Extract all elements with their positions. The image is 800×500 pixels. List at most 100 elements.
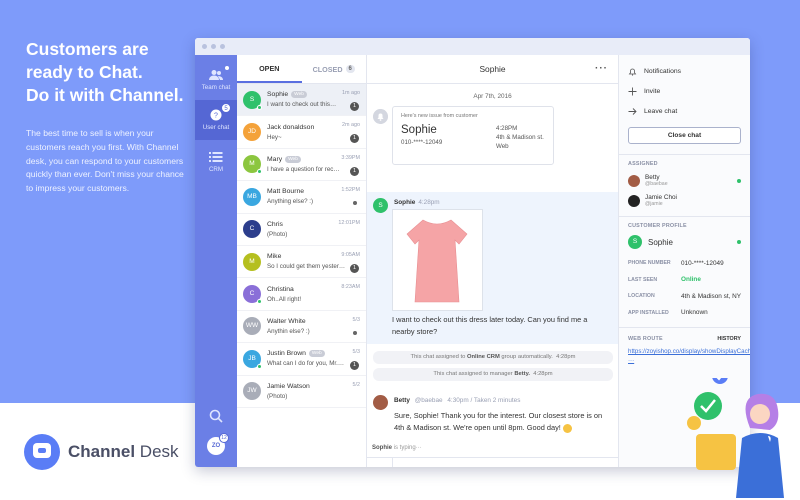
- conversation-item[interactable]: C Chris (Photo) 12:01PM: [237, 214, 366, 246]
- conversation-item[interactable]: JW Jamie Watson (Photo) 5/2: [237, 376, 366, 408]
- promo-headline-line-1: Customers are: [26, 39, 149, 59]
- conversation-preview: Oh..All right!: [267, 295, 302, 303]
- conversation-time: 5/3: [352, 316, 361, 323]
- customer-name: Sophie: [648, 237, 673, 247]
- message-text: Sure, Sophie! Thank you for the interest…: [394, 411, 603, 433]
- conversation-preview: (Photo): [267, 392, 288, 400]
- avatar: JB: [243, 349, 262, 369]
- assignee-item[interactable]: Betty @baebae: [619, 171, 750, 191]
- rail-label-team-chat: Team chat: [201, 84, 231, 91]
- issue-channel: Web: [496, 143, 509, 150]
- avatar: [628, 175, 640, 187]
- rail-label-user-chat: User chat: [202, 124, 230, 131]
- channel-tag: Web: [308, 350, 325, 358]
- conversation-name: Jamie Watson: [267, 382, 310, 390]
- arrow-right-icon: [628, 107, 637, 115]
- conversation-time: 1:52PM: [341, 187, 360, 194]
- brand-logo-lockup: Channel Desk: [24, 434, 179, 470]
- promo-headline-line-2: ready to Chat.: [26, 62, 143, 82]
- message-text: I want to check out this dress later tod…: [392, 315, 588, 336]
- conversation-preview: What can I do for you, Mr.B…: [267, 360, 347, 368]
- avatar: [373, 395, 388, 410]
- leave-chat-button[interactable]: Leave chat: [619, 101, 750, 121]
- conversation-item[interactable]: C Christina Oh..All right! 8:23AM: [237, 278, 366, 311]
- system-event: This chat assigned to Online CRM group a…: [373, 351, 613, 364]
- status-dot: [353, 330, 357, 335]
- conversation-time: 1m ago: [342, 90, 360, 96]
- close-chat-button[interactable]: Close chat: [628, 127, 741, 144]
- conversation-list: S Sophie Web I want to check out this… 1m ag…: [237, 84, 366, 408]
- customer-message: S Sophie 4:28pm I want to check out this …: [367, 192, 618, 344]
- app-window: Team chat ? User chat 5 CRM ZO 12 OPEN C…: [195, 38, 750, 467]
- conversation-time: 9:05AM: [341, 251, 360, 258]
- chat-pane: Sophie ··· Apr 7th, 2016 Here's new issu…: [367, 55, 618, 467]
- profile-phone-row: PHONE NUMBER 010-****-12049: [628, 259, 724, 267]
- history-link[interactable]: HISTORY: [717, 336, 741, 342]
- conversation-item[interactable]: JB Justin Brown Web What can I do for you, …: [237, 343, 366, 376]
- conversation-item[interactable]: S Sophie Web I want to check out this… 1m ag…: [237, 84, 366, 117]
- rail-item-user-chat[interactable]: ? User chat 5: [195, 100, 237, 140]
- brand-name: Channel Desk: [68, 442, 179, 461]
- profile-location-row: LOCATION 4th & Madison st, NY: [628, 292, 742, 300]
- svg-text:?: ?: [214, 113, 218, 120]
- unread-count-badge: 1: [350, 263, 359, 273]
- web-route-link[interactable]: https://zoyishop.co/display/showDisplayC…: [619, 347, 750, 365]
- bell-icon: [373, 109, 388, 124]
- notifications-button[interactable]: Notifications: [619, 61, 750, 81]
- unread-count-badge: 1: [350, 102, 359, 111]
- conversation-preview: I have a question for rec…: [267, 165, 340, 173]
- profile-last-seen-row: LAST SEEN Online: [628, 276, 701, 284]
- promo-body: The best time to sell is when your custo…: [26, 128, 184, 194]
- rail-item-crm[interactable]: CRM: [195, 142, 237, 182]
- avatar: JW: [243, 382, 261, 401]
- issue-card-header: Here's new issue from customer: [401, 113, 478, 119]
- conversation-preview: So I could get them yester…: [267, 263, 346, 271]
- window-dot: [211, 44, 216, 49]
- avatar: S: [373, 198, 388, 213]
- message-composer: +: [367, 457, 618, 467]
- list-icon: [209, 152, 223, 162]
- assignee-item[interactable]: Jamie Choi @jamie: [619, 191, 750, 211]
- system-event: This chat assigned to manager Betty. 4:2…: [373, 368, 613, 381]
- conversation-time: 8:23AM: [341, 284, 360, 291]
- invite-button[interactable]: Invite: [619, 81, 750, 101]
- avatar: WW: [243, 317, 261, 336]
- more-options-icon[interactable]: ···: [595, 63, 608, 74]
- typing-indicator: Sophie is typing···: [372, 445, 422, 451]
- conversation-preview: Anythin else? :): [267, 327, 310, 335]
- avatar: C: [243, 220, 261, 239]
- conversation-item[interactable]: JD Jack donaldson Hey~ 2m ago 1: [237, 116, 366, 149]
- conversation-name: Walter White: [267, 317, 306, 325]
- conversation-tabs: OPEN CLOSED 6: [237, 55, 366, 84]
- message-sender: Betty @baebae 4:30pm / Taken 2 minutes: [394, 397, 521, 404]
- new-issue-event: Here's new issue from customer Sophie 01…: [373, 106, 613, 168]
- unread-count-badge: 1: [350, 166, 359, 176]
- bell-icon: [628, 68, 637, 76]
- dress-image-icon: [393, 210, 482, 310]
- conversation-time: 12:01PM: [338, 219, 360, 226]
- avatar: JD: [243, 123, 261, 142]
- conversation-item[interactable]: M Mary Web I have a question for rec… 3:39PM…: [237, 149, 366, 182]
- customer-profile-header: S Sophie: [619, 232, 750, 252]
- conversation-item[interactable]: M Mike So I could get them yester… 9:05AM 1: [237, 246, 366, 279]
- issue-card[interactable]: Here's new issue from customer Sophie 01…: [392, 106, 554, 165]
- promo-headline-line-3: Do it with Channel.: [26, 85, 184, 105]
- unread-count-badge: 1: [350, 134, 359, 144]
- avatar: M: [243, 155, 262, 175]
- web-route-header: WEB ROUTE HISTORY: [628, 336, 741, 342]
- search-icon[interactable]: [209, 409, 223, 423]
- conversation-time: 5/3: [352, 349, 361, 356]
- dress-photo-attachment[interactable]: [392, 209, 483, 311]
- channel-tag: Web: [291, 91, 307, 99]
- avatar: [628, 195, 640, 207]
- tab-closed[interactable]: CLOSED 6: [302, 55, 367, 83]
- avatar: S: [628, 235, 642, 249]
- conversation-item[interactable]: WW Walter White Anythin else? :) 5/3: [237, 311, 366, 344]
- online-status-dot: [257, 169, 262, 175]
- add-attachment-icon[interactable]: +: [367, 457, 393, 467]
- conversation-item[interactable]: MB Matt Bourne Anything else? :) 1:52PM: [237, 181, 366, 214]
- rail-item-team-chat[interactable]: Team chat: [195, 60, 237, 100]
- tab-open[interactable]: OPEN: [237, 55, 302, 83]
- nav-rail: Team chat ? User chat 5 CRM ZO 12: [195, 55, 237, 467]
- online-status-dot: [257, 363, 262, 369]
